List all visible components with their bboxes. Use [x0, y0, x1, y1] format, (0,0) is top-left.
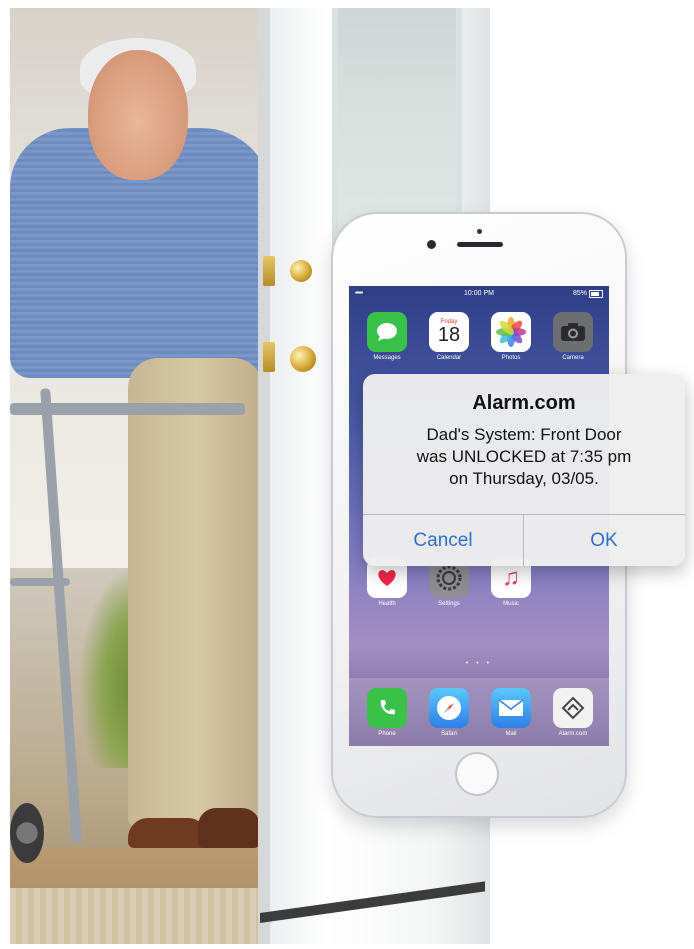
app-phone[interactable]: Phone: [365, 688, 409, 737]
walker-wheel: [10, 803, 44, 863]
app-camera[interactable]: Camera: [551, 312, 595, 361]
cancel-button[interactable]: Cancel: [363, 515, 523, 566]
app-label: Mail: [505, 731, 517, 737]
alarm-com-icon: [553, 688, 593, 728]
phone-icon: [367, 688, 407, 728]
app-label: Alarm.com: [558, 731, 588, 737]
calendar-day-number: 18: [437, 324, 461, 346]
door-edge: [258, 8, 270, 944]
app-label: Phone: [378, 731, 396, 737]
ok-button[interactable]: OK: [524, 515, 684, 566]
person-shoe-left: [128, 818, 208, 848]
alert-message: Dad's System: Front Door was UNLOCKED at…: [363, 424, 685, 490]
door-handle-knob: [290, 346, 316, 372]
walker-cross-bar: [10, 578, 70, 586]
app-label: Photos: [501, 355, 521, 361]
dock: Phone Safari Mail Alarm.com: [349, 678, 609, 746]
person-shoe-right: [198, 808, 260, 848]
person-pants: [128, 358, 263, 828]
alert-title: Alarm.com: [472, 392, 576, 414]
battery-percent: 85%: [572, 290, 587, 297]
app-mail[interactable]: Mail: [489, 688, 533, 737]
camera-icon: [553, 312, 593, 352]
status-time: 10:00 PM: [464, 290, 494, 297]
battery-icon: [589, 290, 603, 298]
messages-icon: [367, 312, 407, 352]
alert-message-line: was UNLOCKED at 7:35 pm: [416, 447, 632, 466]
notification-alert: Alarm.com Dad's System: Front Door was U…: [363, 374, 685, 566]
proximity-sensor: [477, 229, 482, 234]
deadbolt-plate: [263, 256, 275, 286]
photos-icon: [491, 312, 531, 352]
app-label: Safari: [441, 731, 457, 737]
status-bar: ••••• 10:00 PM 85%: [349, 286, 609, 302]
alert-message-line: Dad's System: Front Door: [426, 425, 622, 444]
deadbolt-knob: [290, 260, 312, 282]
app-label: Messages: [373, 355, 401, 361]
handle-plate: [263, 342, 275, 372]
app-calendar[interactable]: Friday 18 Calendar: [427, 312, 471, 361]
app-label: Calendar: [436, 355, 462, 361]
earpiece-speaker: [457, 242, 503, 247]
app-label: Health: [378, 601, 396, 607]
safari-icon: [429, 688, 469, 728]
app-label: Music: [503, 601, 519, 607]
page-indicator: • • •: [465, 660, 493, 667]
alert-message-line: on Thursday, 03/05.: [449, 469, 599, 488]
calendar-icon: Friday 18: [429, 312, 469, 352]
app-messages[interactable]: Messages: [365, 312, 409, 361]
app-alarm-com[interactable]: Alarm.com: [551, 688, 595, 737]
home-button[interactable]: [455, 752, 499, 796]
front-camera: [427, 240, 436, 249]
app-label: Camera: [562, 355, 584, 361]
app-safari[interactable]: Safari: [427, 688, 471, 737]
person-face: [88, 50, 188, 180]
app-photos[interactable]: Photos: [489, 312, 533, 361]
mail-icon: [491, 688, 531, 728]
app-label: Settings: [438, 601, 460, 607]
